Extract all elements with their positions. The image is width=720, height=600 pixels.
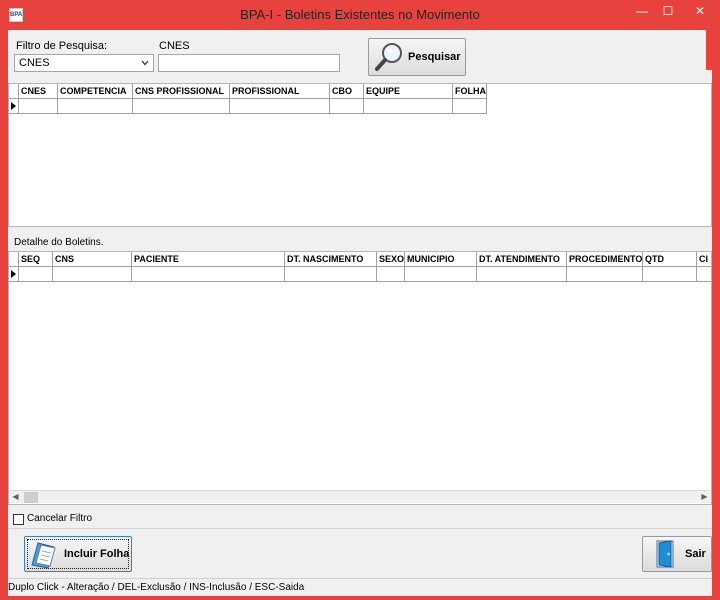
row-indicator-header	[9, 252, 19, 267]
chevron-down-icon	[141, 60, 149, 66]
search-button-label: Pesquisar	[408, 51, 461, 63]
close-button[interactable]: ✕	[680, 2, 720, 22]
table-cell[interactable]	[19, 267, 53, 282]
col-cnes[interactable]: CNES	[19, 84, 58, 99]
table-cell[interactable]	[643, 267, 697, 282]
table-cell[interactable]	[697, 267, 711, 282]
table-cell[interactable]	[567, 267, 643, 282]
title-bar[interactable]: BPA BPA-I - Boletins Existentes no Movim…	[0, 0, 720, 30]
col-municipio[interactable]: MUNICIPIO	[405, 252, 477, 267]
col-paciente[interactable]: PACIENTE	[132, 252, 285, 267]
search-button[interactable]: Pesquisar	[368, 38, 466, 76]
filter-label: Filtro de Pesquisa:	[16, 40, 108, 52]
filter-select[interactable]: CNES	[14, 54, 154, 72]
application-window: BPA BPA-I - Boletins Existentes no Movim…	[0, 0, 720, 600]
row-arrow-icon	[11, 270, 16, 278]
col-procedimento[interactable]: PROCEDIMENTO	[567, 252, 643, 267]
table-row[interactable]	[9, 267, 711, 282]
row-arrow-icon	[11, 102, 16, 110]
table-cell[interactable]	[132, 267, 285, 282]
cnes-field-label: CNES	[159, 40, 190, 52]
scroll-left-button[interactable]: ◀	[9, 491, 22, 504]
table-cell[interactable]	[58, 99, 133, 114]
minimize-button[interactable]: —	[628, 2, 656, 22]
detail-label: Detalhe do Boletins.	[14, 237, 104, 248]
boletins-grid-header: CNES COMPETENCIA CNS PROFISSIONAL PROFIS…	[9, 84, 487, 99]
table-cell[interactable]	[53, 267, 132, 282]
table-cell[interactable]	[405, 267, 477, 282]
right-edge-strip	[706, 30, 712, 70]
col-equipe[interactable]: EQUIPE	[364, 84, 453, 99]
client-area: Filtro de Pesquisa: CNES CNES Pesquisar …	[8, 30, 712, 596]
cnes-search-input[interactable]	[158, 54, 340, 72]
col-dt-nascimento[interactable]: DT. NASCIMENTO	[285, 252, 377, 267]
table-cell[interactable]	[19, 99, 58, 114]
col-seq[interactable]: SEQ	[19, 252, 53, 267]
col-dt-atendimento[interactable]: DT. ATENDIMENTO	[477, 252, 567, 267]
table-cell[interactable]	[377, 267, 405, 282]
table-cell[interactable]	[285, 267, 377, 282]
document-add-icon	[31, 542, 56, 569]
divider	[8, 578, 712, 579]
cancel-filter-checkbox[interactable]	[13, 514, 24, 525]
row-indicator-header	[9, 84, 19, 99]
horizontal-scrollbar[interactable]: ◀ ▶	[9, 490, 711, 503]
col-ci[interactable]: CI	[697, 252, 711, 267]
table-row[interactable]	[9, 99, 487, 114]
detail-grid[interactable]: SEQ CNS PACIENTE DT. NASCIMENTO SEXO MUN…	[8, 251, 712, 505]
col-cns[interactable]: CNS	[53, 252, 132, 267]
boletins-grid[interactable]: CNES COMPETENCIA CNS PROFISSIONAL PROFIS…	[8, 83, 712, 227]
table-cell[interactable]	[230, 99, 330, 114]
exit-button[interactable]: Sair	[642, 536, 712, 572]
scroll-thumb[interactable]	[24, 492, 38, 503]
add-sheet-button-label: Incluir Folha	[64, 548, 130, 560]
col-sexo[interactable]: SEXO	[377, 252, 405, 267]
exit-button-label: Sair	[685, 548, 706, 560]
table-cell[interactable]	[364, 99, 453, 114]
col-cns-profissional[interactable]: CNS PROFISSIONAL	[133, 84, 230, 99]
maximize-button[interactable]: ☐	[654, 2, 682, 22]
col-competencia[interactable]: COMPETENCIA	[58, 84, 133, 99]
magnifier-icon	[375, 43, 402, 71]
current-row-indicator	[9, 99, 19, 114]
door-exit-icon	[656, 540, 674, 568]
col-cbo[interactable]: CBO	[330, 84, 364, 99]
current-row-indicator	[9, 267, 19, 282]
table-cell[interactable]	[330, 99, 364, 114]
col-qtd[interactable]: QTD	[643, 252, 697, 267]
table-cell[interactable]	[133, 99, 230, 114]
status-bar-text: Duplo Click - Alteração / DEL-Exclusão /…	[8, 582, 305, 593]
window-title: BPA-I - Boletins Existentes no Movimento	[240, 7, 480, 22]
filter-select-value: CNES	[19, 57, 50, 69]
col-folha[interactable]: FOLHA	[453, 84, 487, 99]
cancel-filter-label[interactable]: Cancelar Filtro	[27, 513, 92, 524]
scroll-right-button[interactable]: ▶	[698, 491, 711, 504]
col-profissional[interactable]: PROFISSIONAL	[230, 84, 330, 99]
table-cell[interactable]	[477, 267, 567, 282]
divider	[8, 528, 712, 529]
detail-grid-header: SEQ CNS PACIENTE DT. NASCIMENTO SEXO MUN…	[9, 252, 711, 267]
add-sheet-button[interactable]: Incluir Folha	[24, 536, 132, 572]
table-cell[interactable]	[453, 99, 487, 114]
